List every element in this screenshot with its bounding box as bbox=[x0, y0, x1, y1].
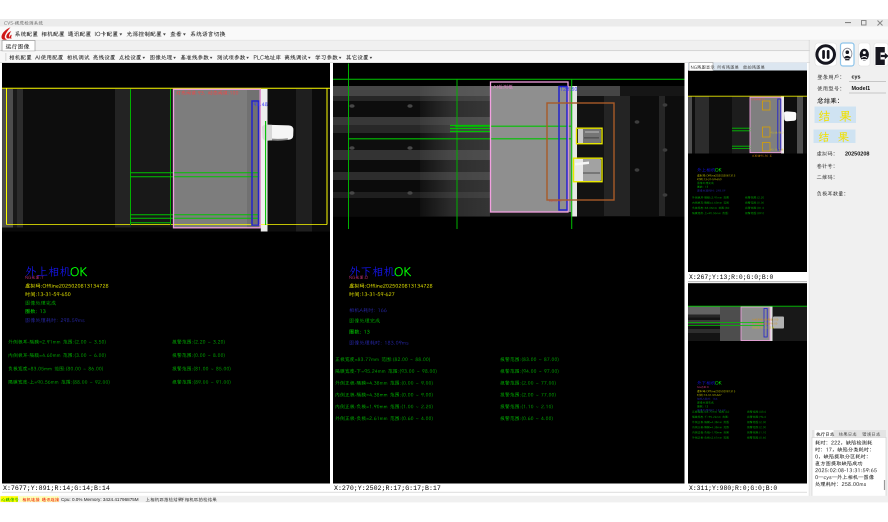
svg-text:Model1: Model1 bbox=[852, 86, 871, 92]
svg-text:cys: cys bbox=[852, 75, 861, 81]
svg-text:X:270;Y:2502;R:17;G:17;B:17: X:270;Y:2502;R:17;G:17;B:17 bbox=[334, 485, 441, 492]
svg-text:Cpu: 0.0% Memory: 3424.4179687: Cpu: 0.0% Memory: 3424.41796875M bbox=[61, 497, 139, 502]
svg-text:X:7677;Y:891;R:14;G:14;B:14: X:7677;Y:891;R:14;G:14;B:14 bbox=[3, 485, 110, 492]
svg-text:20250208: 20250208 bbox=[845, 151, 869, 157]
svg-text:X:267;Y:13;R:0;G:0;B:0: X:267;Y:13;R:0;G:0;B:0 bbox=[689, 274, 774, 281]
svg-text:X:311;Y:980;R:0;G:0;B:0: X:311;Y:980;R:0;G:0;B:0 bbox=[689, 485, 777, 492]
